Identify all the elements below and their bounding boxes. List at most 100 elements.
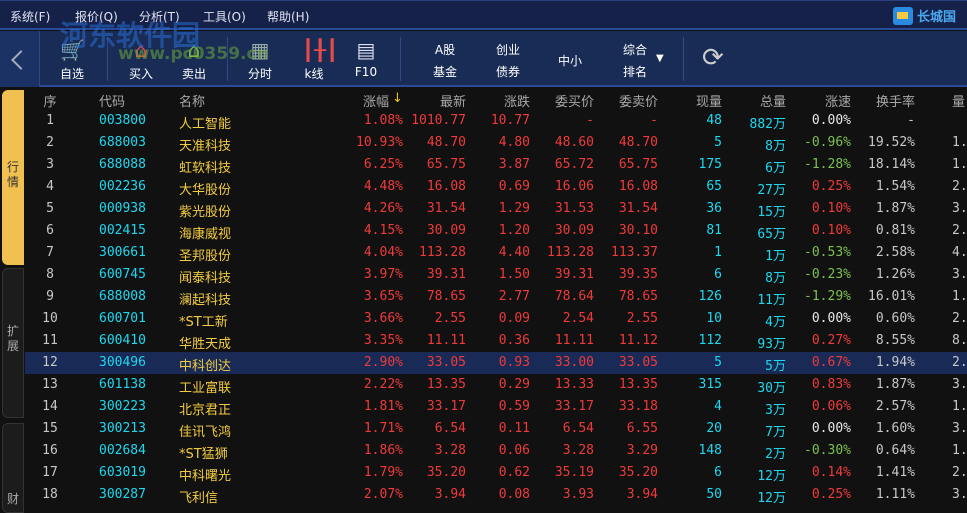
- market-a-share-fund[interactable]: A股 基金: [420, 39, 470, 83]
- gem-tab[interactable]: 创业: [483, 39, 533, 61]
- cell-code: 300213: [99, 421, 146, 436]
- sell-button[interactable]: ⌂ 卖出: [167, 31, 221, 87]
- cell-volume-now: 5: [714, 135, 722, 150]
- side-tab-quotes[interactable]: 行情: [2, 90, 24, 265]
- a-share-tab[interactable]: A股: [420, 39, 470, 61]
- caret-down-icon[interactable]: ▼: [656, 53, 664, 64]
- cell-turnover: 2.57%: [875, 399, 915, 414]
- cell-code: 002684: [99, 443, 146, 458]
- table-row[interactable]: 17 603019 中科曙光 1.79% 35.20 0.62 35.19 35.20 6 12万…: [25, 462, 967, 484]
- cell-code: 600410: [99, 333, 146, 348]
- cell-ask: 2.55: [626, 311, 658, 326]
- cell-change: 1.29: [498, 201, 530, 216]
- cell-code: 688088: [99, 157, 146, 172]
- table-row[interactable]: 2 688003 天准科技 10.93% 48.70 4.80 48.60 48.70 5 8万 -…: [25, 132, 967, 154]
- cell-name: 飞利信: [179, 491, 219, 506]
- cell-volume-total: 30万: [757, 381, 786, 396]
- cell-speed: -1.29%: [804, 289, 851, 304]
- menu-quote[interactable]: 报价(Q): [75, 8, 118, 25]
- header-change-pct[interactable]: 涨幅: [363, 91, 389, 110]
- table-row[interactable]: 11 600410 华胜天成 3.35% 11.11 0.36 11.11 11.12 112 9…: [25, 330, 967, 352]
- brand-name: 长城国: [917, 10, 957, 25]
- header-ask[interactable]: 委卖价: [619, 91, 658, 110]
- header-bid[interactable]: 委买价: [555, 91, 594, 110]
- table-row[interactable]: 12 300496 中科创达 2.90% 33.05 0.93 33.00 33.05 5 5万 0…: [25, 352, 967, 374]
- menu-bar: 系统(F) 报价(Q) 分析(T) 工具(O) 帮助(H) 长城国: [0, 0, 967, 30]
- table-row[interactable]: 6 002415 海康威视 4.15% 30.09 1.20 30.09 30.10 81 65万…: [25, 220, 967, 242]
- header-volume-now[interactable]: 现量: [696, 91, 722, 110]
- table-row[interactable]: 9 688008 澜起科技 3.65% 78.65 2.77 78.64 78.65 126 11…: [25, 286, 967, 308]
- cell-seq: 7: [46, 245, 54, 260]
- table-row[interactable]: 8 600745 闻泰科技 3.97% 39.31 1.50 39.31 39.35 6 8万 -0…: [25, 264, 967, 286]
- cell-speed: 0.27%: [811, 333, 851, 348]
- cell-last: 3.28: [434, 443, 466, 458]
- bond-tab[interactable]: 债券: [483, 61, 533, 83]
- cell-volume-ratio: 2.2: [952, 311, 967, 326]
- cell-last: 11.11: [426, 333, 466, 348]
- cell-seq: 11: [42, 333, 58, 348]
- cell-code: 300287: [99, 487, 146, 502]
- cell-speed: 0.00%: [811, 311, 851, 326]
- cell-volume-ratio: 1.1: [952, 443, 967, 458]
- table-row[interactable]: 18 300287 飞利信 2.07% 3.94 0.08 3.93 3.94 50 12万 0.2…: [25, 484, 967, 506]
- header-turnover[interactable]: 换手率: [876, 91, 915, 110]
- menu-system[interactable]: 系统(F): [10, 8, 50, 25]
- header-volume-ratio[interactable]: 量: [952, 91, 965, 110]
- cell-seq: 4: [46, 179, 54, 194]
- side-tabs: 行情 扩展 财: [0, 88, 25, 513]
- f10-button[interactable]: ▤ F10: [339, 31, 393, 87]
- cell-speed: 0.25%: [811, 487, 851, 502]
- back-button[interactable]: [0, 31, 40, 87]
- cell-turnover: 18.14%: [868, 157, 915, 172]
- cell-bid: 6.54: [562, 421, 594, 436]
- table-row[interactable]: 7 300661 圣邦股份 4.04% 113.28 4.40 113.28 113.37 1 1…: [25, 242, 967, 264]
- cell-name: 大华股份: [179, 183, 232, 198]
- timeshare-button[interactable]: ▦ 分时: [233, 31, 287, 87]
- table-row[interactable]: 5 000938 紫光股份 4.26% 31.54 1.29 31.53 31.54 36 15万…: [25, 198, 967, 220]
- header-code[interactable]: 代码: [99, 91, 125, 110]
- menu-analysis[interactable]: 分析(T): [139, 8, 180, 25]
- header-volume-total[interactable]: 总量: [760, 91, 786, 110]
- cell-change-pct: 4.48%: [363, 179, 403, 194]
- table-row[interactable]: 15 300213 佳讯飞鸿 1.71% 6.54 0.11 6.54 6.55 20 7万 0.0…: [25, 418, 967, 440]
- buy-button[interactable]: ⌂ 买入: [114, 31, 168, 87]
- cell-speed: 0.00%: [811, 421, 851, 436]
- table-row[interactable]: 13 601138 工业富联 2.22% 13.35 0.29 13.33 13.35 315 3…: [25, 374, 967, 396]
- cell-speed: 0.67%: [811, 355, 851, 370]
- cell-change-pct: 1.71%: [363, 421, 403, 436]
- header-seq[interactable]: 序: [38, 91, 62, 110]
- header-change[interactable]: 涨跌: [504, 91, 530, 110]
- refresh-icon[interactable]: ⟳: [702, 43, 724, 73]
- cell-code: 601138: [99, 377, 146, 392]
- cell-ask: 30.10: [618, 223, 658, 238]
- table-row[interactable]: 10 600701 *ST工新 3.66% 2.55 0.09 2.54 2.55 10 4万 0.…: [25, 308, 967, 330]
- cell-bid: 16.06: [554, 179, 594, 194]
- table-row[interactable]: 16 002684 *ST猛狮 1.86% 3.28 0.06 3.28 3.29 148 2万 -…: [25, 440, 967, 462]
- cell-last: 6.54: [434, 421, 466, 436]
- rank-dropdown[interactable]: 综合 排名: [610, 39, 660, 83]
- market-gem-bond[interactable]: 创业 债券: [483, 39, 533, 83]
- cell-seq: 9: [46, 289, 54, 304]
- table-row[interactable]: 14 300223 北京君正 1.81% 33.17 0.59 33.17 33.18 4 3万 0…: [25, 396, 967, 418]
- side-tab-extended[interactable]: 扩展: [2, 268, 24, 418]
- header-speed[interactable]: 涨速: [825, 91, 851, 110]
- header-name[interactable]: 名称: [179, 91, 205, 110]
- cell-volume-total: 11万: [757, 293, 786, 308]
- menu-tools[interactable]: 工具(O): [203, 8, 246, 25]
- cell-change: 0.69: [498, 179, 530, 194]
- cell-volume-now: 6: [714, 465, 722, 480]
- table-row[interactable]: 3 688088 虹软科技 6.25% 65.75 3.87 65.72 65.75 175 6万…: [25, 154, 967, 176]
- sme-tab[interactable]: 中小: [545, 50, 595, 72]
- cell-volume-now: 315: [698, 377, 722, 392]
- menu-help[interactable]: 帮助(H): [267, 8, 309, 25]
- fund-tab[interactable]: 基金: [420, 61, 470, 83]
- header-last[interactable]: 最新: [440, 91, 466, 110]
- cell-volume-total: 12万: [757, 491, 786, 506]
- watchlist-button[interactable]: 🛒 自选: [45, 31, 99, 87]
- table-row[interactable]: 4 002236 大华股份 4.48% 16.08 0.69 16.06 16.08 65 27万…: [25, 176, 967, 198]
- cell-volume-now: 50: [706, 487, 722, 502]
- kline-button[interactable]: ┃╂┃ k线: [287, 31, 341, 87]
- table-row[interactable]: 1 003800 人工智能 1.08% 1010.77 10.77 - - 48 882万 0.00…: [25, 110, 967, 132]
- side-tab-finance[interactable]: 财: [2, 423, 24, 513]
- brand-logo: 长城国: [893, 6, 956, 25]
